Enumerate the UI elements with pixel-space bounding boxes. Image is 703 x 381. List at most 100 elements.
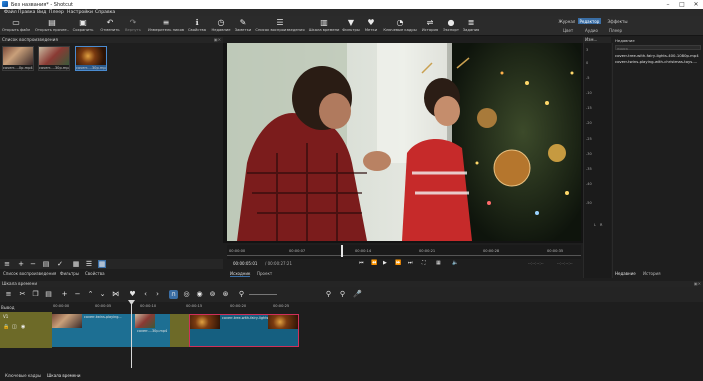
volume-icon[interactable]: 🔈 (452, 260, 458, 266)
fast-forward-icon[interactable]: ⏩ (395, 260, 401, 266)
jobs-button[interactable]: ≣ Задания (461, 16, 481, 36)
open-other-button[interactable]: ▤ Открыть прочее.. (34, 16, 70, 36)
lock-icon[interactable]: 🔒 (3, 324, 9, 330)
zoom-icon[interactable]: ⛶ (422, 260, 426, 266)
history-button[interactable]: ⇌ История (420, 16, 440, 36)
layout-tab-audio[interactable]: Аудио (585, 28, 598, 33)
mute-icon[interactable]: ◫ (12, 324, 17, 330)
filters-button[interactable]: ▼ Фильтры (341, 16, 361, 36)
hide-icon[interactable]: ◉ (21, 324, 25, 330)
in-point-field[interactable]: --:--:--:-- (528, 261, 544, 266)
ripple-markers-icon[interactable]: ⊛ (221, 290, 230, 299)
cut-icon[interactable]: ✂ (18, 290, 27, 299)
recent-button[interactable]: ◷ Недавние (210, 16, 232, 36)
menu-view[interactable]: Вид (37, 10, 46, 15)
redo-button[interactable]: ↷ Вернуть (122, 16, 144, 36)
playlist-item[interactable]: coverr-...30p.mp4 (38, 46, 70, 71)
close-button[interactable]: ✕ (689, 0, 703, 9)
markers-button[interactable]: ♥ Метки (362, 16, 380, 36)
timeline-ruler[interactable]: Вывод 00:00:00 00:00:05 00:00:10 00:00:1… (0, 302, 703, 312)
grid-icon[interactable]: ▦ (436, 260, 441, 266)
ripple-icon[interactable]: ◉ (195, 290, 204, 299)
zoom-slider[interactable] (249, 294, 277, 295)
next-marker-icon[interactable]: › (153, 290, 162, 299)
append-icon[interactable]: + (60, 290, 69, 299)
track-header-v1[interactable]: V1 🔒 ◫ ◉ (0, 312, 52, 348)
menu-help[interactable]: Справка (95, 10, 115, 15)
menu-player[interactable]: Плеер (49, 10, 64, 15)
menu-edit[interactable]: Правка (18, 10, 35, 15)
playlist-item[interactable]: coverr-...0p.mp4 (2, 46, 34, 71)
out-point-field[interactable]: --:--:--:-- (557, 261, 573, 266)
rewind-icon[interactable]: ⏪ (371, 260, 377, 266)
details-view-icon[interactable]: ▦ (72, 260, 80, 268)
export-button[interactable]: ● Экспорт (442, 16, 460, 36)
snap-icon[interactable]: ∩ (169, 290, 178, 299)
add-icon[interactable]: + (17, 260, 25, 268)
zoom-out-icon[interactable]: ⚲ (237, 290, 246, 299)
tab-timeline[interactable]: Шкала времени (47, 373, 80, 378)
check-icon[interactable]: ✓ (56, 260, 64, 268)
playlist-button[interactable]: ☰ Список воспроизведения (255, 16, 305, 36)
minimize-button[interactable]: – (661, 0, 675, 9)
lift-icon[interactable]: ⌃ (86, 290, 95, 299)
recent-item[interactable]: coverr-tree-with-fairy-lights-400-1080p.… (615, 53, 699, 58)
timeline-menu-icon[interactable]: ≡ (4, 290, 13, 299)
previous-marker-icon[interactable]: ‹ (141, 290, 150, 299)
remove-icon[interactable]: − (29, 260, 37, 268)
keyframes-button[interactable]: ◔ Ключевые кадры (382, 16, 418, 36)
layout-tab-editor[interactable]: Редактор (578, 18, 601, 24)
menu-settings[interactable]: Настройки (67, 10, 93, 15)
timeline-clip[interactable]: coverr-...30p.mp4 (135, 314, 170, 347)
marker-icon[interactable]: ♥ (128, 290, 137, 299)
playlist-item-selected[interactable]: coverr-...30p.mp4 (75, 46, 107, 71)
zoom-fit-icon[interactable]: ⚲ (338, 290, 347, 299)
skip-to-start-icon[interactable]: ⏮ (359, 260, 364, 266)
play-icon[interactable]: ▶ (383, 260, 387, 266)
timeline-playhead[interactable] (131, 302, 132, 368)
ripple-delete-icon[interactable]: − (73, 290, 82, 299)
tab-recent[interactable]: Недавние (615, 271, 636, 276)
tab-properties[interactable]: Свойства (85, 271, 105, 276)
paste-icon[interactable]: ▤ (44, 290, 53, 299)
ripple-all-icon[interactable]: ⊚ (208, 290, 217, 299)
copy-icon[interactable]: ❐ (31, 290, 40, 299)
tab-playlist[interactable]: Список воспроизведения (3, 271, 56, 276)
tab-project[interactable]: Проект (257, 271, 272, 276)
layout-tab-color[interactable]: Цвет (563, 28, 573, 33)
layout-tab-effects[interactable]: Эффекты (606, 18, 629, 24)
undo-button[interactable]: ↶ Отменить (98, 16, 122, 36)
tab-keyframes[interactable]: Ключевые кадры (5, 373, 41, 378)
zoom-in-icon[interactable]: ⚲ (324, 290, 333, 299)
overwrite-icon[interactable]: ⌄ (98, 290, 107, 299)
scrubber-playhead[interactable] (341, 245, 343, 257)
list-view-icon[interactable]: ☰ (85, 260, 93, 268)
timeline-button[interactable]: ▥ Шкала времени (307, 16, 341, 36)
timeline-clip[interactable]: coverr-twins-playing... (52, 314, 135, 347)
viewer-scrubber[interactable]: 00:00:00 00:00:07 00:00:14 00:00:21 00:0… (227, 245, 581, 259)
layout-tab-player[interactable]: Плеер (609, 28, 622, 33)
maximize-button[interactable]: □ (675, 0, 689, 9)
menu-file[interactable]: Файл (4, 10, 17, 15)
peak-meter-button[interactable]: ≡ Измеритель пиков (148, 16, 184, 36)
properties-button[interactable]: ℹ Свойства (186, 16, 208, 36)
tab-source[interactable]: Исходник (230, 271, 251, 277)
skip-to-end-icon[interactable]: ⏭ (408, 260, 413, 266)
scrub-icon[interactable]: ◎ (182, 290, 191, 299)
open-file-button[interactable]: ▭ Открыть файл (2, 16, 30, 36)
timecode-field[interactable]: 00:00:05:01 (233, 261, 257, 266)
notes-button[interactable]: ✎ Заметки (232, 16, 254, 36)
save-button[interactable]: ▣ Сохранить (70, 16, 96, 36)
layout-tab-log[interactable]: Журнал (557, 18, 577, 24)
menu-icon[interactable]: ≡ (3, 260, 11, 268)
tab-history[interactable]: История (643, 271, 661, 276)
video-preview[interactable] (227, 43, 581, 241)
timeline-clip-selected[interactable]: coverr-tree-with-fairy-lights-400-1080p.… (189, 314, 299, 347)
recent-search-input[interactable]: поиск (615, 45, 701, 51)
split-icon[interactable]: ⋈ (111, 290, 120, 299)
recent-item[interactable]: coverr-twins-playing-with-christmas-toys… (615, 59, 697, 64)
update-icon[interactable]: ▤ (42, 260, 50, 268)
tiles-view-icon[interactable]: ▦ (98, 260, 106, 268)
tab-filters[interactable]: Фильтры (60, 271, 79, 276)
timeline-gap[interactable] (170, 314, 189, 347)
